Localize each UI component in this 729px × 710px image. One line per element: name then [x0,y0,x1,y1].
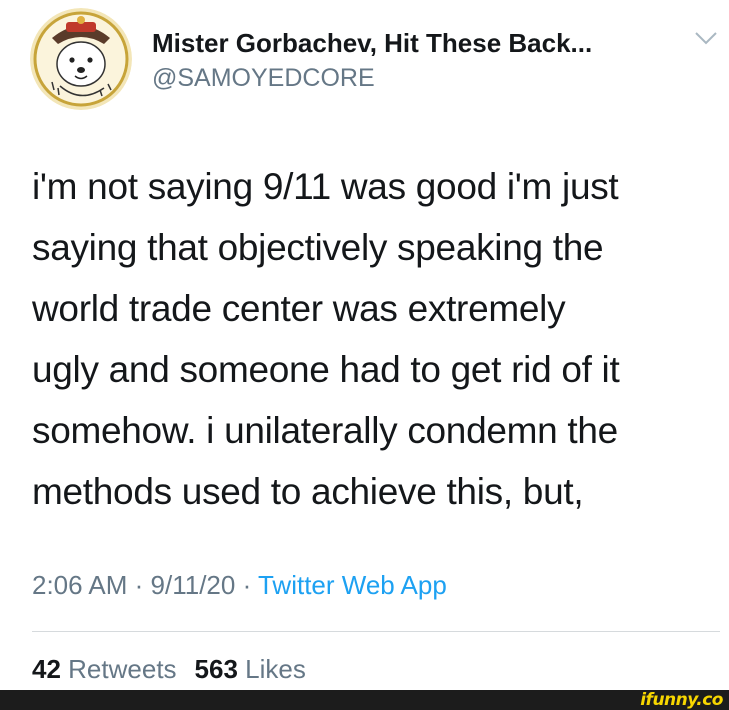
tweet-meta: 2:06 AM · 9/11/20 · Twitter Web App [32,570,447,601]
meta-separator: · [127,570,151,600]
likes-count: 563 [194,654,238,684]
author-display-name[interactable]: Mister Gorbachev, Hit These Back... [152,28,592,59]
divider [32,631,720,632]
ifunny-watermark: ifunny.co [640,690,723,710]
retweets-label: Retweets [68,654,177,684]
tweet-header: Mister Gorbachev, Hit These Back... @SAM… [30,8,720,110]
tweet-time[interactable]: 2:06 AM [32,570,127,600]
chevron-down-icon[interactable] [694,30,718,46]
tweet-card: Mister Gorbachev, Hit These Back... @SAM… [0,0,729,690]
meta-separator: · [235,570,258,600]
watermark-bar: ifunny.co [0,690,729,710]
author-handle[interactable]: @SAMOYEDCORE [152,64,375,93]
tweet-stats: 42 Retweets 563 Likes [32,654,306,685]
retweets-count: 42 [32,654,61,684]
tweet-source-link[interactable]: Twitter Web App [258,570,447,600]
tweet-text: i'm not saying 9/11 was good i'm just sa… [32,166,620,512]
likes-stat[interactable]: 563 Likes [195,654,306,684]
retweets-stat[interactable]: 42 Retweets [32,654,177,684]
tweet-date[interactable]: 9/11/20 [151,570,236,600]
samoyed-dog-avatar-icon[interactable] [30,8,132,110]
likes-label: Likes [245,654,306,684]
